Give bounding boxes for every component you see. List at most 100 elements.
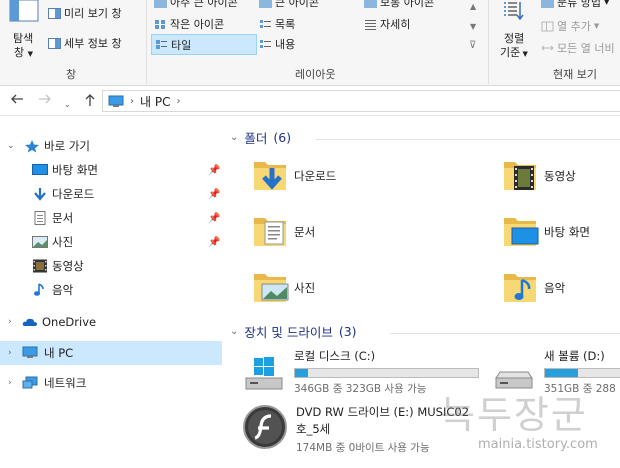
desktop-folder-icon	[504, 218, 539, 246]
group-by-icon	[541, 0, 554, 8]
size-all-columns-button[interactable]: 모든 열 너비	[541, 40, 615, 56]
group-title: 장치 및 드라이브	[244, 325, 333, 340]
layout-tiles[interactable]: 타일	[151, 34, 257, 55]
group-divider	[390, 333, 620, 334]
chevron-down-icon: ⌄	[230, 132, 239, 143]
cloud-icon	[22, 318, 37, 326]
layout-label: 타일	[171, 38, 192, 52]
size-columns-icon	[541, 45, 554, 50]
folders-group-header[interactable]: ⌄ 폴더 (6)	[230, 128, 291, 147]
large-icon-view-icon	[259, 0, 272, 8]
folder-label: 문서	[294, 225, 316, 239]
ribbon: 탐색 창 ▼ 미리 보기 창 세부 정보 창 창 아주 큰 아이콘 큰 아이콘 …	[0, 0, 620, 86]
group-divider	[316, 139, 620, 140]
navigation-pane: ⌄ 바로 가기 바탕 화면 📌 다운로드 📌 문서 📌 사진 📌 동영상 음악 …	[0, 117, 222, 468]
list-view-icon	[260, 19, 271, 28]
pictures-folder-icon	[254, 274, 289, 302]
tree-item-network[interactable]: › 네트워크	[0, 371, 222, 395]
music-folder-icon	[504, 274, 536, 302]
group-count: (6)	[273, 130, 292, 145]
preview-pane-icon	[48, 7, 61, 19]
pin-icon[interactable]: 📌	[208, 213, 220, 224]
layout-label: 보통 아이콘	[380, 0, 435, 9]
layout-label: 목록	[275, 18, 296, 31]
layout-label: 작은 아이콘	[170, 18, 225, 31]
folder-tile-videos[interactable]: 동영상	[500, 156, 576, 196]
group-by-button[interactable]: 분류 방법 ▼	[541, 0, 609, 10]
layout-details[interactable]: 자세히	[364, 16, 410, 32]
tree-item-pictures[interactable]: 사진 📌	[0, 230, 222, 254]
up-button[interactable]	[84, 93, 96, 111]
sort-by-button[interactable]: 정렬 기준 ▼	[495, 0, 533, 62]
computer-icon	[108, 95, 124, 107]
sort-by-label-2: 기준 ▼	[500, 46, 528, 59]
folder-tile-pictures[interactable]: 사진	[250, 268, 315, 308]
drive-name: 새 볼륨 (D:)	[544, 349, 605, 363]
tree-item-videos[interactable]: 동영상	[0, 254, 222, 278]
drive-name: 로컬 디스크 (C:)	[294, 349, 376, 363]
network-icon	[22, 376, 38, 389]
drive-usage-fill	[295, 369, 308, 377]
details-pane-button[interactable]: 세부 정보 창	[48, 35, 122, 51]
group-count: (3)	[338, 324, 357, 339]
layout-large-icons[interactable]: 큰 아이콘	[259, 0, 319, 10]
layout-extra-large-icons[interactable]: 아주 큰 아이콘	[154, 0, 238, 10]
folder-tile-documents[interactable]: 문서	[250, 212, 315, 252]
pin-icon[interactable]: 📌	[208, 237, 220, 248]
tree-item-desktop[interactable]: 바탕 화면 📌	[0, 158, 222, 182]
arrow-up-icon	[85, 94, 95, 106]
layout-small-icons[interactable]: 작은 아이콘	[154, 16, 224, 32]
pin-icon[interactable]: 📌	[208, 189, 220, 200]
arrow-right-icon	[39, 94, 51, 104]
layout-scroll-down-icon[interactable]: ▼	[470, 22, 476, 31]
layout-medium-icons[interactable]: 보통 아이콘	[364, 0, 434, 10]
add-columns-label: 열 추가	[557, 20, 591, 33]
folder-tile-desktop[interactable]: 바탕 화면	[500, 212, 590, 252]
tree-label: 바탕 화면	[52, 163, 98, 177]
layout-expand-icon[interactable]: ⊽	[469, 40, 476, 51]
content-view-icon	[260, 39, 271, 48]
tree-item-documents[interactable]: 문서 📌	[0, 206, 222, 230]
tree-label: 네트워크	[44, 376, 87, 390]
layout-label: 자세히	[380, 18, 411, 31]
add-columns-button[interactable]: 열 추가 ▼	[541, 18, 599, 34]
ribbon-divider	[146, 0, 147, 84]
back-button[interactable]	[10, 93, 24, 109]
address-input[interactable]: › 내 PC ›	[102, 90, 620, 112]
pin-icon[interactable]: 📌	[208, 165, 220, 176]
drives-group-header[interactable]: ⌄ 장치 및 드라이브 (3)	[230, 322, 357, 341]
tree-label: OneDrive	[42, 315, 97, 329]
tree-item-this-pc[interactable]: › 내 PC	[0, 341, 222, 365]
recent-locations-button[interactable]: ⌄	[64, 96, 71, 111]
tree-item-onedrive[interactable]: › OneDrive	[0, 310, 222, 334]
tree-label: 사진	[52, 235, 74, 249]
film-icon	[33, 259, 47, 273]
breadcrumb-this-pc[interactable]: 내 PC	[140, 93, 170, 110]
folder-label: 동영상	[544, 169, 576, 183]
chevron-right-icon: ›	[176, 95, 181, 107]
tree-label: 다운로드	[52, 187, 95, 201]
folder-label: 다운로드	[294, 169, 337, 183]
layout-label: 내용	[275, 38, 296, 51]
layout-list[interactable]: 목록	[259, 16, 295, 32]
preview-pane-label: 미리 보기 창	[64, 7, 122, 20]
computer-icon	[22, 346, 38, 358]
size-columns-label: 모든 열 너비	[557, 42, 615, 55]
chevron-down-icon: ⌄	[64, 100, 71, 109]
arrow-left-icon	[11, 94, 23, 104]
layout-scroll-up-icon[interactable]: ▲	[470, 2, 476, 11]
tree-item-quick-access[interactable]: ⌄ 바로 가기	[0, 134, 222, 158]
folder-tile-music[interactable]: 음악	[500, 268, 565, 308]
windows-drive-icon	[245, 357, 283, 390]
tree-item-music[interactable]: 음악	[0, 278, 222, 302]
tree-label: 음악	[52, 283, 74, 297]
forward-button[interactable]	[38, 93, 52, 109]
preview-pane-button[interactable]: 미리 보기 창	[48, 5, 122, 21]
folder-label: 바탕 화면	[544, 225, 590, 239]
dropdown-arrow-icon: ▼	[593, 22, 600, 30]
navigation-pane-button[interactable]: 탐색 창 ▼	[4, 0, 44, 60]
tree-item-downloads[interactable]: 다운로드 📌	[0, 182, 222, 206]
flash-disc-icon	[243, 405, 287, 449]
layout-content[interactable]: 내용	[259, 36, 295, 52]
folder-tile-downloads[interactable]: 다운로드	[250, 156, 336, 196]
